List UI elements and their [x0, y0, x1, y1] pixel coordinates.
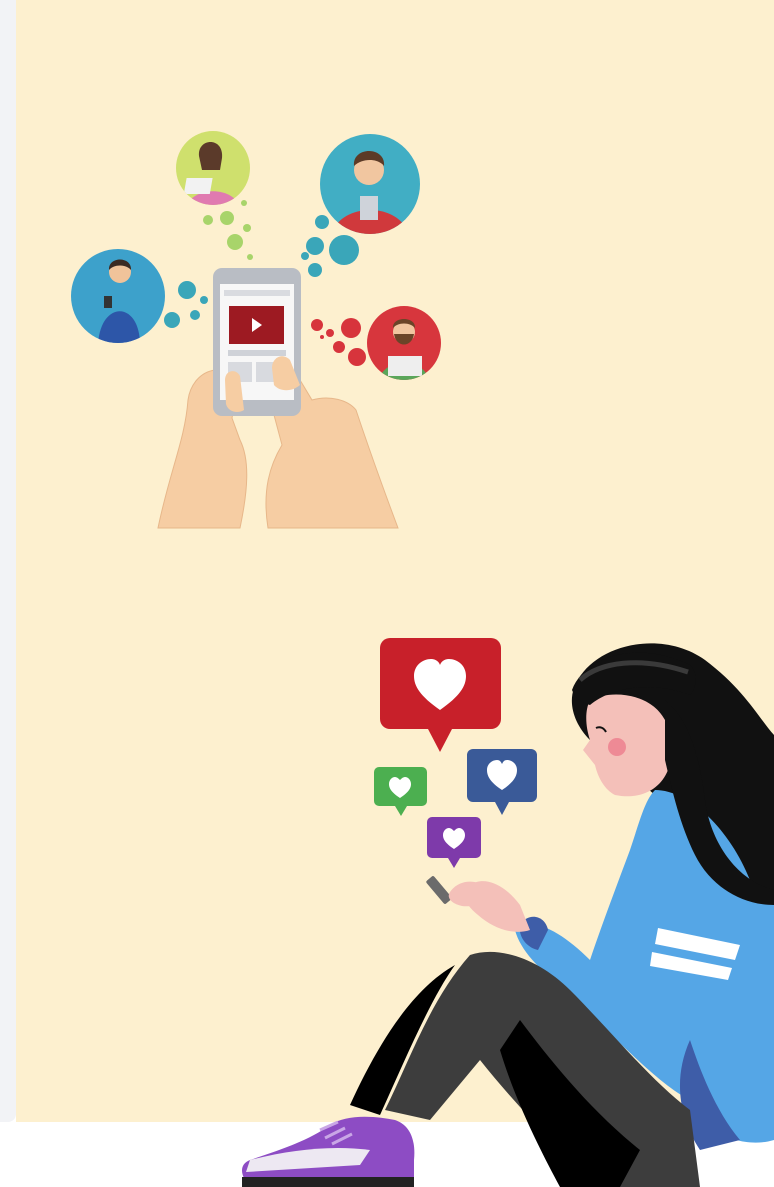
like-bubble-purple: [427, 817, 481, 868]
girl-with-phone-likes-illustration: [242, 638, 774, 1187]
held-phone: [426, 876, 452, 904]
like-bubble-green: [374, 767, 427, 816]
avatar-woman-laptop: [176, 131, 250, 205]
avatar-man-phone: [71, 249, 165, 343]
like-bubble-blue: [467, 749, 537, 815]
shoe: [242, 1116, 415, 1187]
red-dots: [311, 318, 366, 366]
avatar-bearded-man-laptop: [367, 306, 441, 380]
social-network-phone-illustration: [71, 131, 441, 529]
green-dots: [203, 200, 253, 260]
avatar-man-tablet: [320, 134, 420, 234]
like-bubble-red: [380, 638, 501, 752]
illustration-canvas: [71, 131, 774, 1187]
